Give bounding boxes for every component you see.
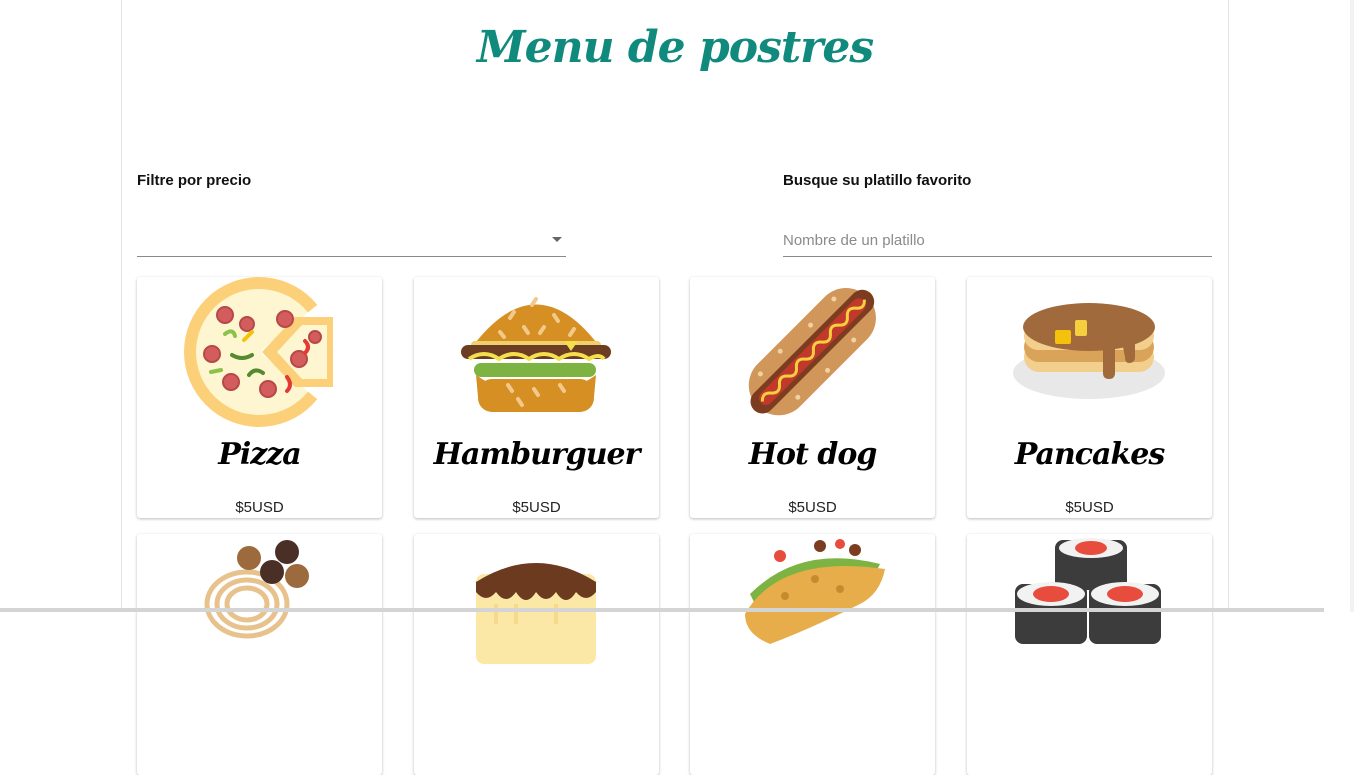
dish-price: $5USD <box>512 499 561 516</box>
hotdog-icon <box>748 288 876 416</box>
price-filter-label: Filtre por precio <box>137 172 252 189</box>
search-label: Busque su platillo favorito <box>783 172 972 189</box>
spaghetti-icon <box>204 540 309 639</box>
dish-name: Pancakes <box>1014 437 1165 472</box>
hamburger-icon <box>461 297 611 412</box>
pancakes-icon <box>1013 303 1165 399</box>
dish-price: $5USD <box>788 499 837 516</box>
pizza-icon <box>184 277 352 427</box>
dish-card-hot-dog[interactable]: Hot dog $5USD <box>690 277 935 518</box>
price-filter-select[interactable] <box>137 224 566 257</box>
dish-name: Pizza <box>218 437 301 472</box>
dish-card-spaghetti[interactable] <box>137 534 382 775</box>
search-input[interactable] <box>783 224 1212 257</box>
cake-icon <box>476 563 596 664</box>
dish-card-pancakes[interactable]: Pancakes $5USD <box>967 277 1212 518</box>
dish-card-sushi[interactable] <box>967 534 1212 775</box>
page-title: Menu de postres <box>476 22 874 73</box>
dish-card-pizza[interactable]: Pizza $5USD <box>137 277 382 518</box>
dish-card-hamburguer[interactable]: Hamburguer $5USD <box>414 277 659 518</box>
dish-name: Hot dog <box>748 437 878 472</box>
taco-icon <box>745 539 885 644</box>
dish-card-cake[interactable] <box>414 534 659 775</box>
dish-price: $5USD <box>235 499 284 516</box>
chevron-down-icon[interactable] <box>552 237 562 242</box>
vertical-scrollbar[interactable] <box>1350 0 1354 612</box>
main-container: Menu de postres Filtre por precio Busque… <box>121 0 1229 775</box>
dish-card-taco[interactable] <box>690 534 935 775</box>
horizontal-scrollbar[interactable] <box>0 608 1324 612</box>
dish-name: Hamburguer <box>433 437 641 472</box>
sushi-icon <box>1015 538 1161 644</box>
dish-price: $5USD <box>1065 499 1114 516</box>
